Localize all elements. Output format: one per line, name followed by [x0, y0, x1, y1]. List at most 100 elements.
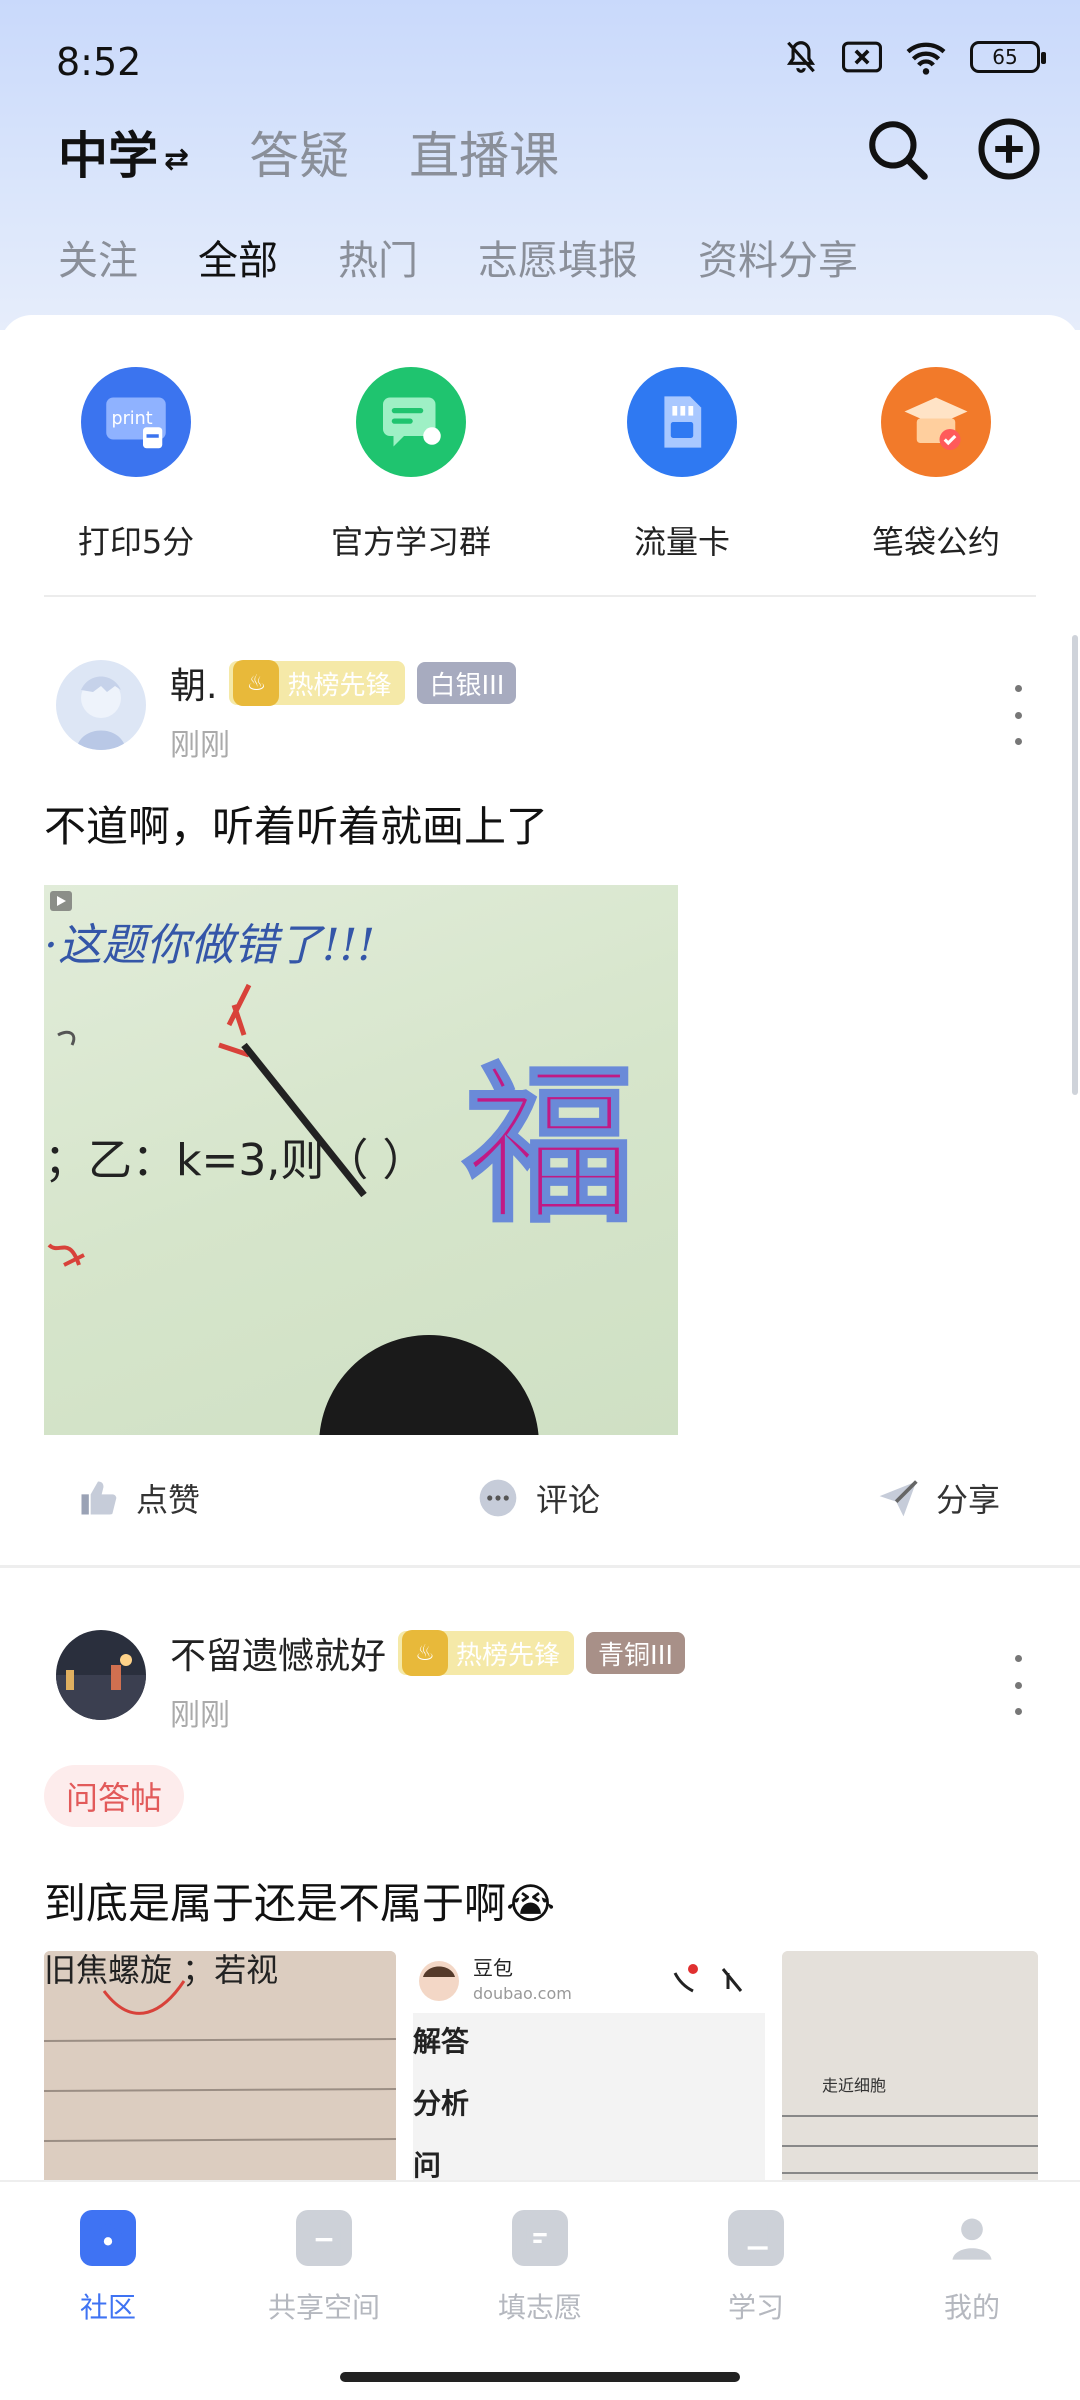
like-button[interactable]: 点赞 [76, 1475, 200, 1521]
switch-icon[interactable]: ⇄ [164, 142, 189, 177]
equation-text: ；乙：k=3,则（ ） [44, 1135, 426, 1186]
author-name[interactable]: 不留遗憾就好 [170, 1627, 386, 1679]
quick-link-label: 打印5分 [77, 523, 195, 561]
nav-fill-application[interactable]: 填志愿 [440, 2210, 640, 2326]
post-author: 朝. ♨ 热榜先锋 白银III [170, 657, 517, 709]
flame-medal-icon: ♨ [402, 1630, 449, 1676]
fu-character: 福 [463, 1046, 634, 1246]
quick-link-label: 流量卡 [633, 523, 730, 561]
more-options-button[interactable] [1008, 1655, 1028, 1715]
rank-badge: 青铜III [586, 1632, 686, 1674]
tab-middle-school[interactable]: 中学 ⇄ [58, 116, 189, 188]
quick-link-label: 官方学习群 [330, 523, 491, 561]
post-image[interactable]: ·这题你做错了!!! ；乙：k=3,则（ ） 福 [44, 885, 678, 1435]
whiteboard-photo: ·这题你做错了!!! ；乙：k=3,则（ ） 福 [44, 891, 636, 1435]
post-time: 刚刚 [170, 1698, 230, 1733]
feed-content: print 打印5分 官方学习群 流量卡 笔袋公约 朝. ♨ 热榜先锋 白银II… [0, 315, 1080, 2180]
comment-label: 评论 [536, 1481, 601, 1519]
profile-icon [944, 2210, 1000, 2266]
flame-medal-icon: ♨ [233, 660, 280, 706]
nav-shared-space[interactable]: 共享空间 [224, 2210, 424, 2326]
author-name[interactable]: 朝. [170, 657, 217, 709]
avatar[interactable] [56, 660, 146, 750]
folder-icon [296, 2210, 352, 2266]
search-button[interactable] [862, 114, 932, 184]
header-actions [862, 114, 1044, 184]
nav-study[interactable]: 学习 [656, 2210, 856, 2326]
no-sim-icon [842, 40, 882, 74]
bottom-nav: 社区 共享空间 填志愿 学习 我的 [0, 2180, 1080, 2400]
post-image-thumb[interactable]: 旧焦螺旋 ；若视 [44, 1951, 396, 2180]
ai-answer-screenshot: 豆包 doubao.com 解答 分析 问 [413, 1951, 765, 2180]
main-tabs: 中学 ⇄ 答疑 直播课 [58, 112, 619, 192]
subtab-college-application[interactable]: 志愿填报 [478, 228, 638, 286]
notebook-photo: 旧焦螺旋 ；若视 [44, 1951, 396, 2180]
nav-community[interactable]: 社区 [8, 2210, 208, 2326]
more-options-button[interactable] [1008, 685, 1028, 745]
tab-live-class[interactable]: 直播课 [409, 116, 559, 188]
subtab-follow[interactable]: 关注 [58, 228, 138, 286]
wifi-icon [904, 39, 948, 75]
hot-badge: ♨ 热榜先锋 [229, 660, 406, 706]
home-indicator[interactable] [340, 2372, 740, 2382]
post-separator [0, 1565, 1080, 1568]
quick-link-pencil-case-pact[interactable]: 笔袋公约 [826, 367, 1046, 563]
nav-label: 学习 [727, 2291, 784, 2324]
svg-text:旧焦螺旋 ；若视: 旧焦螺旋 ；若视 [44, 1951, 278, 1989]
quick-link-label: 笔袋公约 [871, 523, 1000, 561]
nav-label: 共享空间 [267, 2291, 380, 2324]
status-icons: 65 [782, 38, 1046, 76]
tab-qa[interactable]: 答疑 [249, 116, 349, 188]
quick-links: print 打印5分 官方学习群 流量卡 笔袋公约 [0, 367, 1080, 567]
nav-label: 社区 [79, 2291, 136, 2324]
like-label: 点赞 [136, 1481, 201, 1519]
nav-mine[interactable]: 我的 [872, 2210, 1072, 2326]
sub-tabs: 关注 全部 热门 志愿填报 资料分享 [58, 228, 858, 286]
post-text: 不道啊，听着听着就画上了 [44, 802, 549, 851]
post-image-thumb[interactable]: 走近细胞 [782, 1951, 1038, 2180]
post-time: 刚刚 [170, 728, 230, 763]
status-time: 8:52 [56, 40, 142, 84]
add-post-button[interactable] [974, 114, 1044, 184]
graduation-cap-icon [881, 367, 991, 477]
share-button[interactable]: 分享 [876, 1475, 1000, 1521]
hot-badge: ♨ 热榜先锋 [398, 1630, 575, 1676]
sim-card-icon [627, 367, 737, 477]
hot-badge-label: 热榜先锋 [456, 1640, 561, 1671]
svg-text:问: 问 [413, 2149, 441, 2180]
chat-group-icon [356, 367, 466, 477]
print-icon: print [81, 367, 191, 477]
battery-icon: 65 [970, 41, 1046, 73]
divider [44, 595, 1036, 597]
subtab-all[interactable]: 全部 [198, 228, 278, 286]
post-image-thumb[interactable]: 豆包 doubao.com 解答 分析 问 [413, 1951, 765, 2180]
form-icon [512, 2210, 568, 2266]
comment-icon [479, 1479, 517, 1517]
thumbs-up-icon [81, 1481, 117, 1515]
post-actions: 点赞 评论 分享 [0, 1475, 1080, 1555]
quick-link-data-card[interactable]: 流量卡 [572, 367, 792, 563]
mute-icon [782, 38, 820, 76]
rank-badge: 白银III [417, 662, 517, 704]
status-bar: 8:52 65 [0, 0, 1080, 120]
qa-post-tag[interactable]: 问答帖 [44, 1765, 185, 1827]
nav-label: 我的 [943, 2291, 1000, 2324]
svg-text:分析: 分析 [413, 2087, 469, 2120]
subtab-resource-sharing[interactable]: 资料分享 [698, 228, 858, 286]
tab-label: 中学 [58, 127, 158, 185]
quick-link-study-group[interactable]: 官方学习群 [301, 367, 521, 563]
book-icon [728, 2210, 784, 2266]
avatar[interactable] [56, 1630, 146, 1720]
comment-button[interactable]: 评论 [476, 1475, 600, 1521]
svg-text:print: print [112, 409, 153, 429]
subtab-hot[interactable]: 热门 [338, 228, 418, 286]
svg-text:走近细胞: 走近细胞 [822, 2076, 886, 2095]
share-icon [879, 1480, 918, 1517]
scrollbar[interactable] [1072, 635, 1078, 1095]
nav-label: 填志愿 [497, 2291, 582, 2324]
post-author: 不留遗憾就好 ♨ 热榜先锋 青铜III [170, 1627, 686, 1679]
plus-circle-icon [978, 118, 1040, 180]
handwriting-text: ·这题你做错了!!! [44, 920, 375, 971]
textbook-photo: 走近细胞 [782, 1951, 1038, 2180]
quick-link-print[interactable]: print 打印5分 [26, 367, 246, 563]
